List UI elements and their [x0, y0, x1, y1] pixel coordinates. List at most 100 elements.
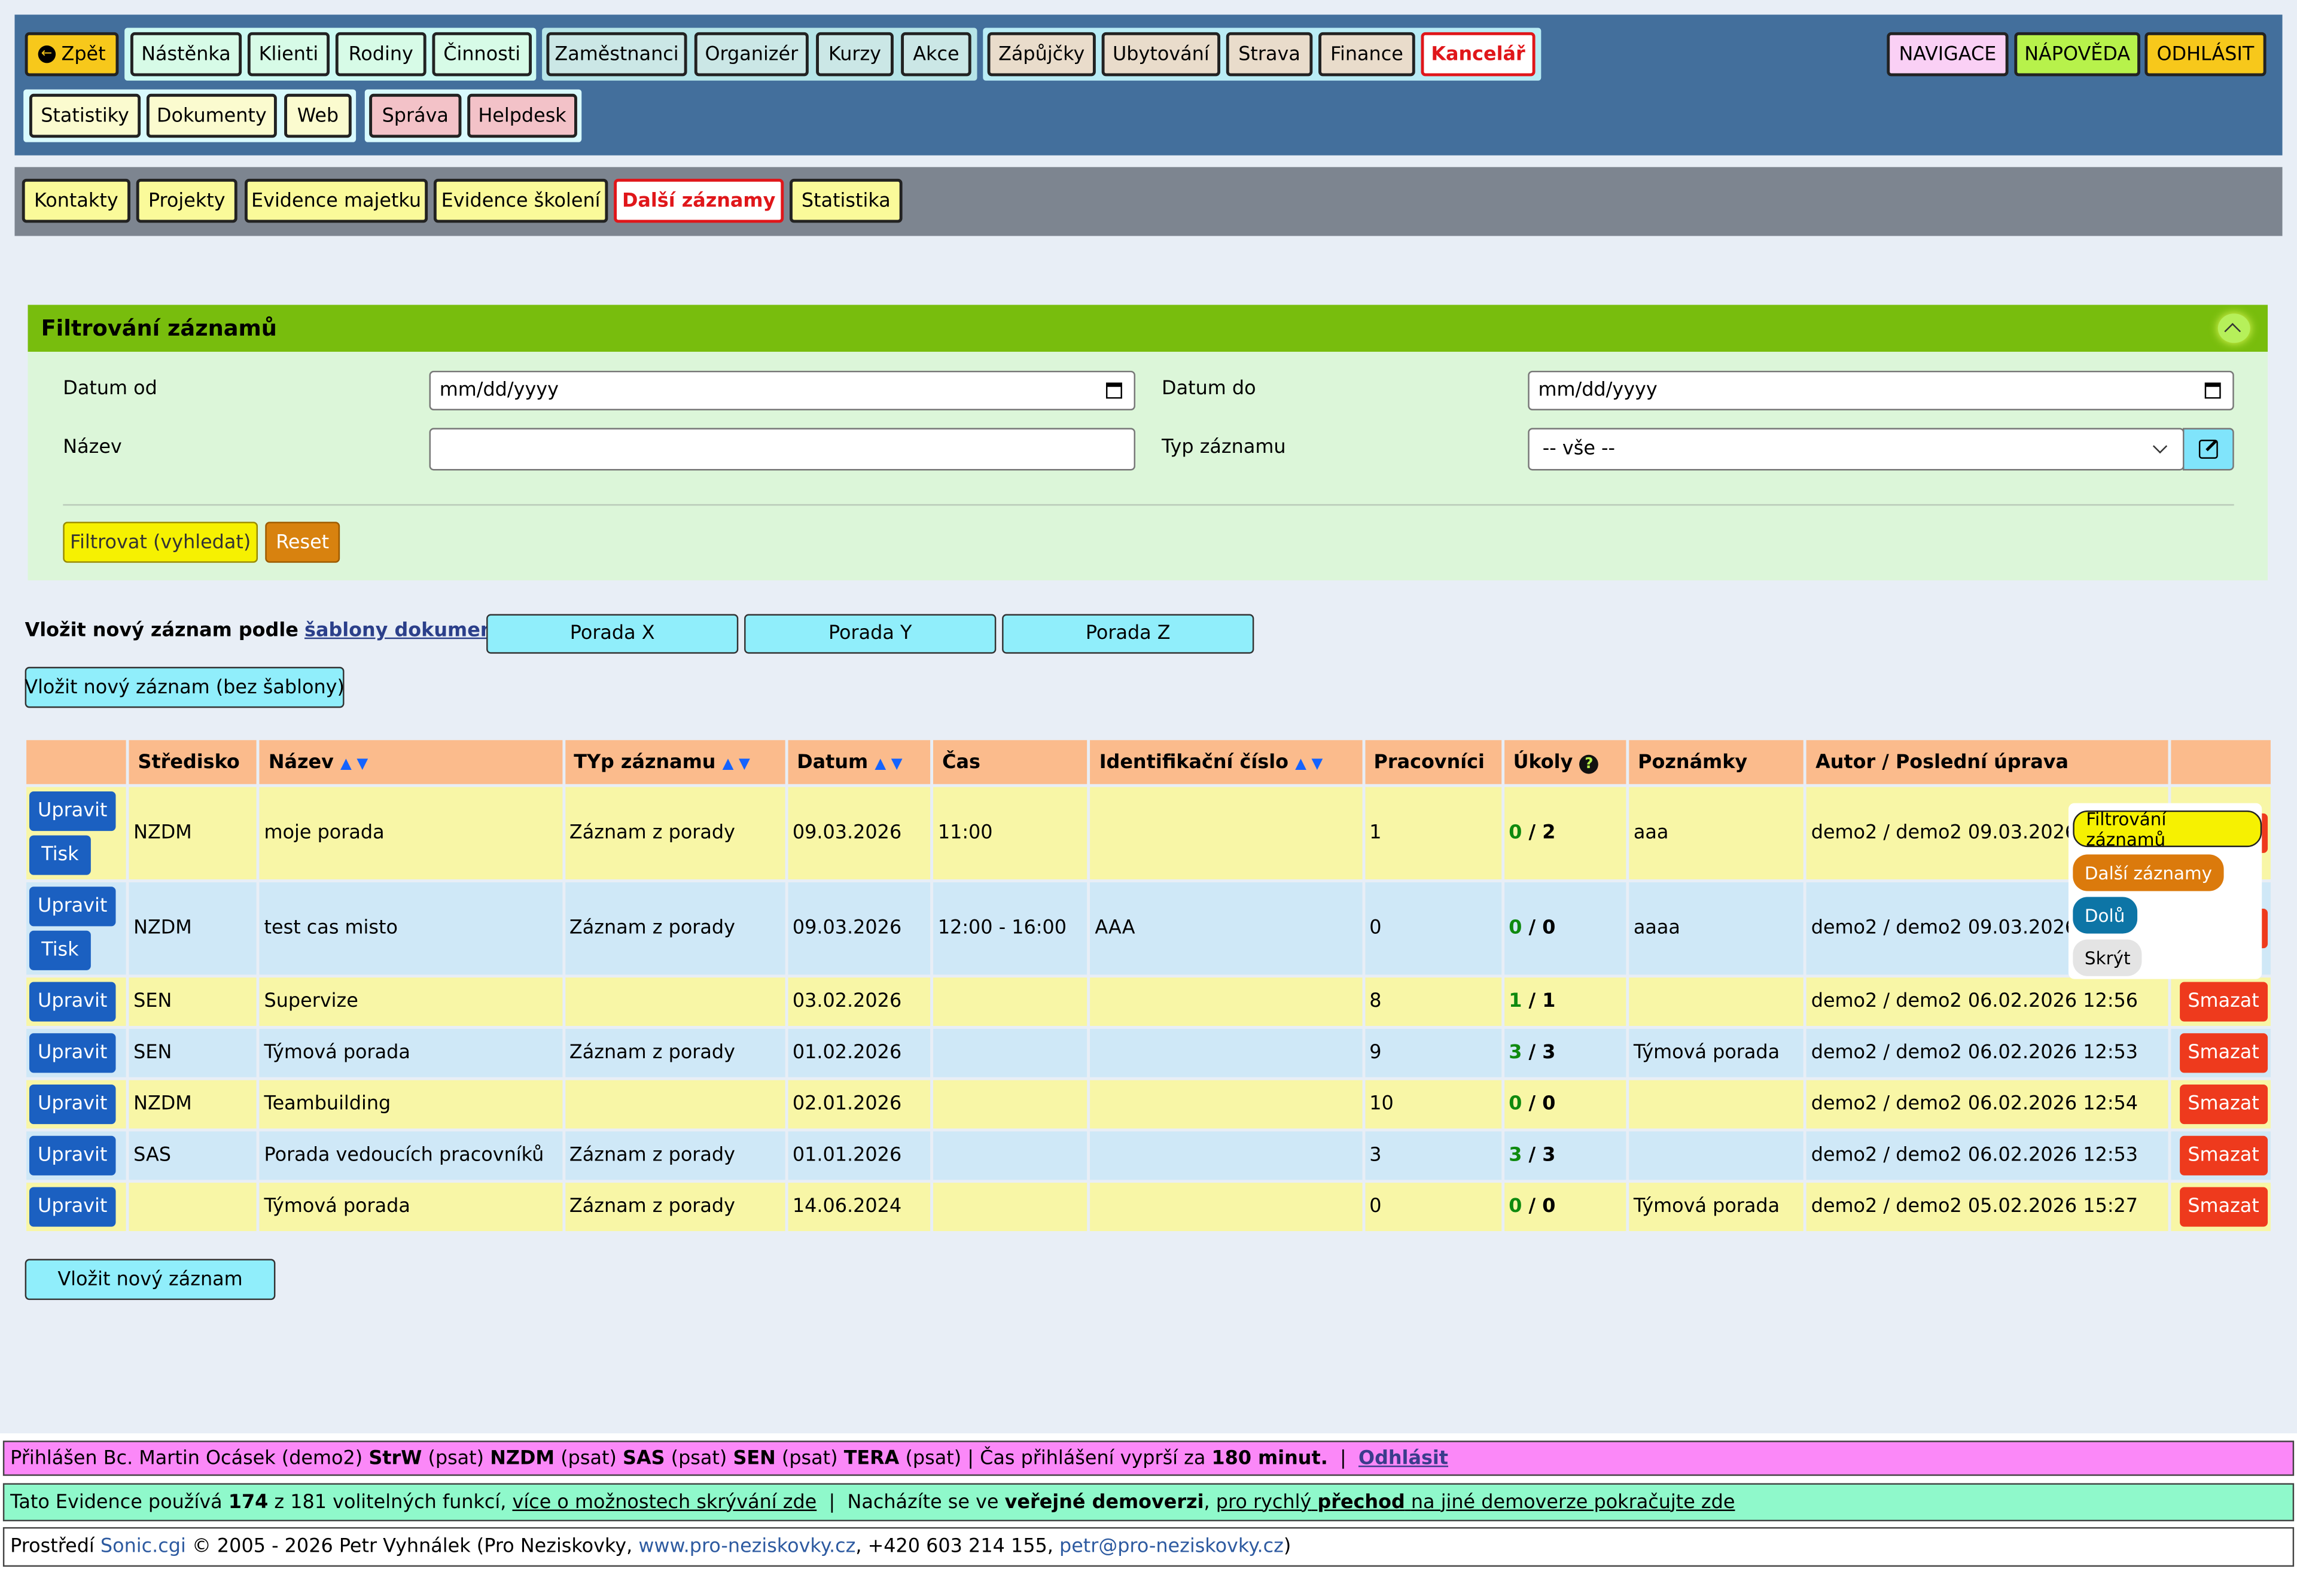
delete-button[interactable]: Smazat	[2179, 982, 2268, 1022]
quick-hide-button[interactable]: Skrýt	[2073, 939, 2143, 976]
edit-button[interactable]: Upravit	[29, 1187, 116, 1227]
nav-zamestnanci[interactable]: Zaměstnanci	[546, 32, 687, 77]
col-nazev[interactable]: Název ▲ ▼	[260, 740, 562, 784]
navigace-button[interactable]: NAVIGACE	[1887, 32, 2009, 77]
footer-org-list: StrW (psat) NZDM (psat) SAS (psat) SEN (…	[368, 1447, 961, 1469]
col-actions	[26, 740, 126, 784]
new-record-no-template-button[interactable]: Vložit nový záznam (bez šablony)	[25, 666, 345, 708]
nav-web[interactable]: Web	[284, 93, 352, 138]
nav-rodiny[interactable]: Rodiny	[335, 32, 427, 77]
delete-button[interactable]: Smazat	[2179, 1187, 2268, 1227]
date-to-label: Datum do	[1162, 378, 1256, 400]
nav-zapujcky[interactable]: Zápůjčky	[987, 32, 1096, 77]
subnav-evidence-majetku[interactable]: Evidence majetku	[244, 178, 428, 223]
filter-search-button[interactable]: Filtrovat (vyhledat)	[63, 522, 258, 563]
new-record-button[interactable]: Vložit nový záznam	[25, 1259, 276, 1300]
cell-typ: Záznam z porady	[565, 787, 785, 879]
edit-button[interactable]: Upravit	[29, 1135, 116, 1175]
row-actions-cell: Upravit Tisk	[26, 787, 126, 879]
collapse-chevron-up-icon[interactable]	[2217, 313, 2250, 343]
date-to-input[interactable]: mm/dd/yyyy	[1528, 370, 2234, 410]
nav-kancelar-active[interactable]: Kancelář	[1421, 32, 1536, 77]
nav-finance[interactable]: Finance	[1318, 32, 1415, 77]
nav-strava[interactable]: Strava	[1226, 32, 1313, 77]
template-porada-x-button[interactable]: Porada X	[486, 614, 739, 654]
quick-dalsi-zaznamy-button[interactable]: Další záznamy	[2073, 854, 2224, 891]
template-porada-y-button[interactable]: Porada Y	[744, 614, 997, 654]
name-input[interactable]	[429, 428, 1135, 471]
cell-typ	[565, 1080, 785, 1129]
nav-akce[interactable]: Akce	[901, 32, 971, 77]
cell-pracovnici: 0	[1364, 882, 1502, 975]
edit-button[interactable]: Upravit	[29, 887, 116, 927]
delete-button[interactable]: Smazat	[2179, 1033, 2268, 1073]
table-row: Upravit Týmová porada Záznam z porady 14…	[26, 1183, 2271, 1231]
footer-logout-link[interactable]: Odhlásit	[1358, 1447, 1448, 1469]
date-from-label: Datum od	[63, 378, 157, 400]
footer-sonic-link[interactable]: Sonic.cgi	[100, 1536, 186, 1558]
edit-button[interactable]: Upravit	[29, 1085, 116, 1125]
sort-arrows-icon[interactable]: ▲ ▼	[723, 756, 750, 772]
delete-button[interactable]: Smazat	[2179, 1085, 2268, 1125]
edit-button[interactable]: Upravit	[29, 791, 116, 831]
cell-pracovnici: 1	[1364, 787, 1502, 879]
footer-web-link[interactable]: www.pro-neziskovky.cz	[638, 1536, 855, 1558]
back-button[interactable]: ← Zpět	[25, 32, 119, 77]
nav-nastenka[interactable]: Nástěnka	[130, 32, 242, 77]
odhlasit-button[interactable]: ODHLÁSIT	[2144, 32, 2266, 77]
template-docs-link[interactable]: šablony dokumentů	[304, 620, 516, 642]
nav-statistiky[interactable]: Statistiky	[29, 93, 141, 138]
col-typ[interactable]: TYp záznamu ▲ ▼	[565, 740, 785, 784]
footer-copyright: Prostředí Sonic.cgi © 2005 - 2026 Petr V…	[2, 1527, 2295, 1567]
napoveda-button[interactable]: NÁPOVĚDA	[2014, 32, 2140, 77]
print-button[interactable]: Tisk	[29, 835, 91, 875]
cell-poznamky: aaa	[1629, 787, 1804, 879]
nav-kurzy[interactable]: Kurzy	[816, 32, 894, 77]
footer-demo-switch-link[interactable]: pro rychlý přechod na jiné demoverze pok…	[1216, 1491, 1735, 1513]
type-select[interactable]: -- vše --	[1528, 428, 2185, 471]
calendar-icon[interactable]	[1105, 382, 1122, 399]
filter-panel-header[interactable]: Filtrování záznamů	[28, 304, 2268, 352]
print-button[interactable]: Tisk	[29, 930, 91, 970]
sort-arrows-icon[interactable]: ▲ ▼	[340, 756, 368, 772]
nav-klienti[interactable]: Klienti	[247, 32, 330, 77]
nav-helpdesk[interactable]: Helpdesk	[467, 93, 577, 138]
col-cas: Čas	[933, 740, 1088, 784]
col-id[interactable]: Identifikační číslo ▲ ▼	[1090, 740, 1362, 784]
footer-email-link[interactable]: petr@pro-neziskovky.cz	[1059, 1536, 1284, 1558]
subnav-statistika[interactable]: Statistika	[790, 178, 903, 223]
sort-arrows-icon[interactable]: ▲ ▼	[1295, 756, 1323, 772]
help-question-icon[interactable]: ?	[1579, 754, 1599, 773]
delete-button[interactable]: Smazat	[2179, 1135, 2268, 1175]
nav-dokumenty[interactable]: Dokumenty	[146, 93, 277, 138]
arrow-left-circle-icon: ←	[38, 45, 56, 63]
subnav-projekty[interactable]: Projekty	[136, 178, 237, 223]
subnav-dalsi-zaznamy-active[interactable]: Další záznamy	[614, 178, 784, 223]
cell-stredisko	[129, 1183, 257, 1231]
cell-stredisko: SEN	[129, 977, 257, 1026]
edit-button[interactable]: Upravit	[29, 982, 116, 1022]
sort-arrows-icon[interactable]: ▲ ▼	[875, 756, 902, 772]
subnav-kontakty[interactable]: Kontakty	[22, 178, 130, 223]
date-from-input[interactable]: mm/dd/yyyy	[429, 370, 1135, 410]
cell-autor: demo2 / demo2 06.02.2026 12:54	[1806, 1080, 2168, 1129]
quick-filter-button[interactable]: Filtrování záznamů	[2073, 808, 2262, 849]
nav-sprava[interactable]: Správa	[369, 93, 462, 138]
template-porada-z-button[interactable]: Porada Z	[1002, 614, 1254, 654]
nav-organizer[interactable]: Organizér	[694, 32, 809, 77]
edit-type-button[interactable]	[2183, 428, 2234, 471]
nav-ubytovani[interactable]: Ubytování	[1101, 32, 1221, 77]
calendar-icon[interactable]	[2204, 382, 2221, 399]
filter-reset-button[interactable]: Reset	[265, 522, 340, 563]
quick-down-button[interactable]: Dolů	[2073, 897, 2137, 934]
subnav-evidence-skoleni[interactable]: Evidence školení	[433, 178, 608, 223]
footer-hiding-link[interactable]: více o možnostech skrývání zde	[512, 1491, 817, 1513]
cell-typ: Záznam z porady	[565, 1183, 785, 1231]
col-datum[interactable]: Datum ▲ ▼	[788, 740, 931, 784]
cell-stredisko: SEN	[129, 1028, 257, 1077]
edit-button[interactable]: Upravit	[29, 1033, 116, 1073]
cell-cas	[933, 977, 1088, 1026]
nav-cinnosti[interactable]: Činnosti	[432, 32, 532, 77]
cell-id	[1090, 977, 1362, 1026]
cell-pracovnici: 3	[1364, 1131, 1502, 1180]
